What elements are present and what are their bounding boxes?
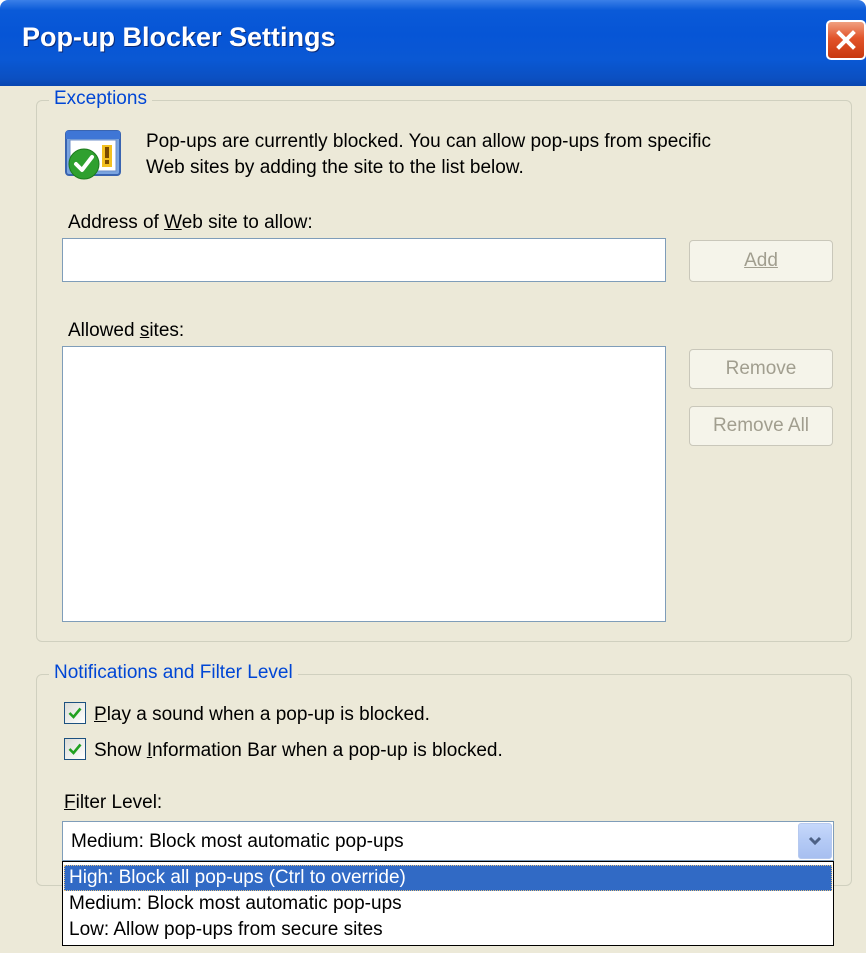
play-sound-checkbox[interactable] xyxy=(64,702,86,724)
filter-option-high[interactable]: High: Block all pop-ups (Ctrl to overrid… xyxy=(64,865,832,891)
exceptions-info-line2: Web sites by adding the site to the list… xyxy=(146,157,524,178)
allowed-sites-list[interactable] xyxy=(62,346,666,622)
filter-level-value: Medium: Block most automatic pop-ups xyxy=(71,831,404,852)
close-button[interactable] xyxy=(826,20,866,60)
popup-blocker-icon xyxy=(65,130,121,180)
address-input[interactable] xyxy=(62,238,666,282)
remove-all-button[interactable]: Remove All xyxy=(689,406,833,446)
checkmark-icon xyxy=(68,707,82,719)
filter-level-dropdown-button[interactable] xyxy=(798,823,832,859)
notifications-group-label: Notifications and Filter Level xyxy=(49,662,298,684)
add-button[interactable]: Add xyxy=(689,240,833,282)
checkmark-icon xyxy=(68,743,82,755)
show-info-bar-checkbox[interactable] xyxy=(64,738,86,760)
filter-option-low[interactable]: Low: Allow pop-ups from secure sites xyxy=(64,917,832,943)
exceptions-group-label: Exceptions xyxy=(49,88,152,110)
show-info-bar-label: Show Information Bar when a pop-up is bl… xyxy=(94,740,503,761)
filter-level-label: Filter Level: xyxy=(64,792,163,813)
close-icon xyxy=(836,30,856,50)
play-sound-label: Play a sound when a pop-up is blocked. xyxy=(94,704,430,725)
title-bar[interactable]: Pop-up Blocker Settings xyxy=(0,0,866,86)
allowed-sites-label: Allowed sites: xyxy=(68,320,185,341)
exceptions-info-line1: Pop-ups are currently blocked. You can a… xyxy=(146,131,712,152)
window-title: Pop-up Blocker Settings xyxy=(22,22,336,52)
chevron-down-icon xyxy=(808,836,822,846)
filter-option-medium[interactable]: Medium: Block most automatic pop-ups xyxy=(64,891,832,917)
filter-level-options: High: Block all pop-ups (Ctrl to overrid… xyxy=(62,861,834,946)
remove-button[interactable]: Remove xyxy=(689,349,833,389)
address-label: Address of Web site to allow: xyxy=(68,212,313,233)
filter-level-select[interactable]: Medium: Block most automatic pop-ups xyxy=(62,821,834,861)
